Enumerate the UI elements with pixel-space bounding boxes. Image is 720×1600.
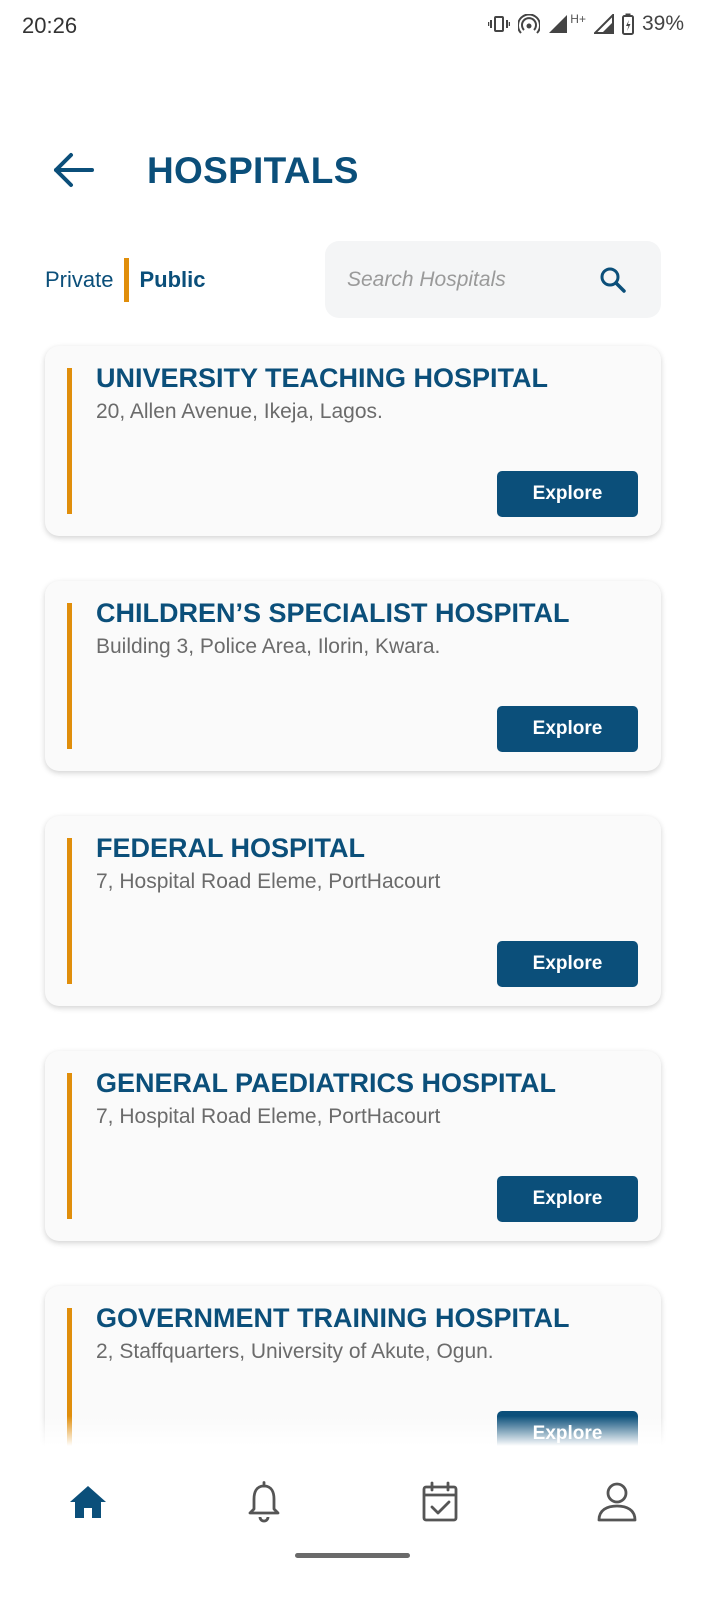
bell-icon [247, 1480, 281, 1528]
hospital-list[interactable]: UNIVERSITY TEACHING HOSPITAL 20, Allen A… [0, 330, 720, 1446]
hospital-card: UNIVERSITY TEACHING HOSPITAL 20, Allen A… [45, 346, 661, 536]
hospital-card: CHILDREN’S SPECIALIST HOSPITAL Building … [45, 581, 661, 771]
arrow-left-icon [53, 152, 95, 193]
toggle-private[interactable]: Private [45, 267, 113, 293]
status-bar: 20:26 H+ 39% [0, 0, 720, 54]
card-accent-bar [67, 603, 72, 749]
hospital-name: UNIVERSITY TEACHING HOSPITAL [96, 363, 549, 393]
toggle-divider [124, 258, 130, 302]
hospital-address: 2, Staffquarters, University of Akute, O… [96, 1340, 494, 1363]
signal-icon [548, 14, 568, 34]
status-time: 20:26 [22, 13, 78, 38]
explore-button[interactable]: Explore [497, 706, 638, 752]
card-accent-bar [67, 838, 72, 984]
hospital-card: GOVERNMENT TRAINING HOSPITAL 2, Staffqua… [45, 1286, 661, 1446]
hospital-name: GENERAL PAEDIATRICS HOSPITAL [96, 1068, 557, 1098]
vibrate-icon [488, 14, 511, 34]
home-indicator[interactable] [295, 1553, 410, 1558]
toggle-public[interactable]: Public [139, 267, 205, 293]
card-accent-bar [67, 1308, 72, 1446]
explore-button[interactable]: Explore [497, 1176, 638, 1222]
home-icon [68, 1484, 108, 1525]
bottom-nav [0, 1446, 720, 1556]
nav-profile[interactable] [587, 1474, 647, 1534]
search-input[interactable] [347, 267, 587, 292]
hospital-card: FEDERAL HOSPITAL 7, Hospital Road Eleme,… [45, 816, 661, 1006]
hospital-address: 7, Hospital Road Eleme, PortHacourt [96, 870, 441, 893]
explore-button[interactable]: Explore [497, 471, 638, 517]
status-icons: H+ 39% [488, 12, 684, 36]
page-title: HOSPITALS [147, 150, 359, 191]
hotspot-icon [518, 14, 541, 34]
hospital-name: FEDERAL HOSPITAL [96, 833, 366, 863]
hospital-address: Building 3, Police Area, Ilorin, Kwara. [96, 635, 441, 658]
battery-icon [621, 13, 634, 35]
nav-notifications[interactable] [234, 1474, 294, 1534]
calendar-check-icon [421, 1481, 459, 1528]
hospital-card: GENERAL PAEDIATRICS HOSPITAL 7, Hospital… [45, 1051, 661, 1241]
explore-button[interactable]: Explore [497, 1411, 638, 1446]
search-box [325, 241, 661, 318]
hospital-name: CHILDREN’S SPECIALIST HOSPITAL [96, 598, 570, 628]
hospital-name: GOVERNMENT TRAINING HOSPITAL [96, 1303, 570, 1333]
profile-icon [596, 1481, 638, 1528]
back-button[interactable] [48, 148, 100, 196]
nav-appointments[interactable] [410, 1474, 470, 1534]
signal-icon-2 [593, 14, 614, 34]
card-accent-bar [67, 368, 72, 514]
explore-button[interactable]: Explore [497, 941, 638, 987]
hospital-address: 7, Hospital Road Eleme, PortHacourt [96, 1105, 441, 1128]
search-icon[interactable] [599, 266, 627, 299]
nav-home[interactable] [58, 1474, 118, 1534]
battery-percent: 39% [641, 12, 684, 35]
hospital-type-toggle: Private Public [45, 258, 206, 302]
hospital-address: 20, Allen Avenue, Ikeja, Lagos. [96, 400, 383, 423]
network-type-label: H+ [570, 12, 586, 26]
card-accent-bar [67, 1073, 72, 1219]
